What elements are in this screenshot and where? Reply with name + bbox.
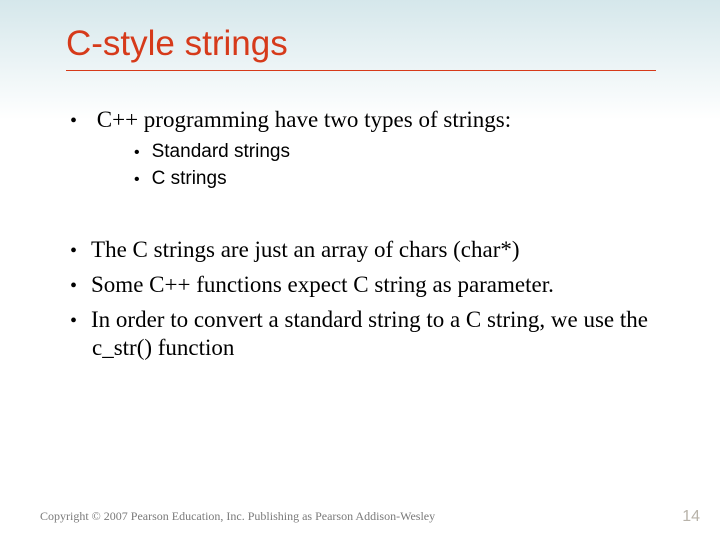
bullet-text: C++ programming have two types of string… (97, 107, 511, 132)
sub-bullet-list: Standard strings C strings (130, 139, 666, 192)
slide-content: C++ programming have two types of string… (66, 100, 666, 369)
bullet-list: The C strings are just an array of chars… (66, 236, 666, 363)
spacer (66, 198, 666, 230)
bullet-item: The C strings are just an array of chars… (66, 236, 666, 265)
sub-bullet-text: Standard strings (152, 141, 290, 162)
sub-bullet-item: C strings (130, 166, 666, 192)
bullet-item: Some C++ functions expect C string as pa… (66, 271, 666, 300)
bullet-list: C++ programming have two types of string… (66, 106, 666, 192)
sub-bullet-item: Standard strings (130, 139, 666, 165)
bullet-item: C++ programming have two types of string… (66, 106, 666, 192)
bullet-text: The C strings are just an array of chars… (91, 237, 520, 262)
bullet-item: In order to convert a standard string to… (66, 306, 666, 364)
bullet-text: Some C++ functions expect C string as pa… (91, 272, 554, 297)
page-number: 14 (682, 508, 700, 526)
slide-title: C-style strings (66, 24, 656, 71)
sub-bullet-text: C strings (152, 168, 227, 189)
slide: C-style strings C++ programming have two… (0, 0, 720, 540)
bullet-text: In order to convert a standard string to… (91, 307, 648, 361)
copyright-footer: Copyright © 2007 Pearson Education, Inc.… (40, 509, 435, 524)
